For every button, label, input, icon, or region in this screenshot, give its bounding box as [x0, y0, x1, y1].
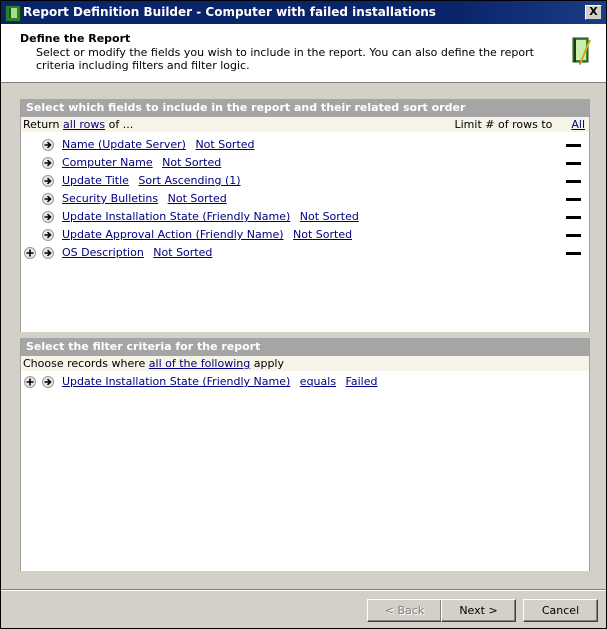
- remove-field-dash[interactable]: [566, 234, 581, 237]
- arrow-right-icon[interactable]: [42, 193, 54, 205]
- field-name-link[interactable]: Computer Name: [62, 156, 153, 169]
- sort-order-link[interactable]: Sort Ascending (1): [138, 174, 240, 187]
- filter-logic-link[interactable]: all of the following: [149, 357, 250, 370]
- plus-icon[interactable]: [24, 247, 36, 259]
- return-prefix: Return: [23, 118, 60, 131]
- arrow-right-icon[interactable]: [42, 376, 54, 388]
- filter-operator-link[interactable]: equals: [300, 375, 336, 388]
- title-bar: Report Definition Builder - Computer wit…: [1, 1, 606, 24]
- window-title: Report Definition Builder - Computer wit…: [23, 5, 436, 19]
- arrow-right-icon[interactable]: [42, 175, 54, 187]
- remove-field-dash[interactable]: [566, 252, 581, 255]
- sort-order-link[interactable]: Not Sorted: [300, 210, 359, 223]
- sort-order-link[interactable]: Not Sorted: [153, 246, 212, 259]
- field-row: Update Installation State (Friendly Name…: [21, 208, 589, 226]
- arrow-right-icon[interactable]: [42, 247, 54, 259]
- button-bar: < Back Next > Cancel: [1, 589, 606, 629]
- arrow-right-icon[interactable]: [42, 157, 54, 169]
- limit-rows-link[interactable]: All: [571, 118, 585, 131]
- arrow-right-icon[interactable]: [42, 211, 54, 223]
- filter-panel: Select the filter criteria for the repor…: [20, 338, 590, 571]
- back-button[interactable]: < Back: [367, 599, 442, 622]
- field-name-link[interactable]: Update Approval Action (Friendly Name): [62, 228, 284, 241]
- fields-panel-heading: Select which fields to include in the re…: [21, 99, 589, 117]
- filter-row: Update Installation State (Friendly Name…: [21, 373, 589, 391]
- wizard-header: Define the Report Select or modify the f…: [1, 24, 606, 83]
- remove-field-dash[interactable]: [566, 198, 581, 201]
- close-button[interactable]: X: [585, 5, 602, 20]
- limit-label: Limit # of rows to: [454, 118, 553, 131]
- report-definition-dialog: Report Definition Builder - Computer wit…: [0, 0, 607, 629]
- field-row: Security Bulletins Not Sorted: [21, 190, 589, 208]
- remove-field-dash[interactable]: [566, 180, 581, 183]
- remove-field-dash[interactable]: [566, 144, 581, 147]
- cancel-button[interactable]: Cancel: [523, 599, 598, 622]
- app-icon: [5, 5, 21, 22]
- field-row: Update Approval Action (Friendly Name) N…: [21, 226, 589, 244]
- return-suffix: of ...: [108, 118, 134, 131]
- field-name-link[interactable]: OS Description: [62, 246, 144, 259]
- return-rows-line: Return all rows of ... Limit # of rows t…: [21, 117, 589, 132]
- filter-panel-heading: Select the filter criteria for the repor…: [21, 338, 589, 356]
- sort-order-link[interactable]: Not Sorted: [162, 156, 221, 169]
- filter-field-link[interactable]: Update Installation State (Friendly Name…: [62, 375, 290, 388]
- fields-panel: Select which fields to include in the re…: [20, 99, 590, 332]
- next-button[interactable]: Next >: [441, 599, 516, 622]
- plus-icon[interactable]: [24, 376, 36, 388]
- filter-logic-line: Choose records where all of the followin…: [21, 356, 589, 371]
- field-name-link[interactable]: Security Bulletins: [62, 192, 158, 205]
- field-name-link[interactable]: Update Installation State (Friendly Name…: [62, 210, 290, 223]
- report-book-icon: [572, 37, 591, 65]
- choose-prefix: Choose records where: [23, 357, 146, 370]
- page-title: Define the Report: [20, 32, 131, 45]
- field-row: Name (Update Server) Not Sorted: [21, 136, 589, 154]
- sort-order-link[interactable]: Not Sorted: [168, 192, 227, 205]
- sort-order-link[interactable]: Not Sorted: [195, 138, 254, 151]
- choose-suffix: apply: [253, 357, 284, 370]
- filter-value-link[interactable]: Failed: [346, 375, 378, 388]
- field-name-link[interactable]: Name (Update Server): [62, 138, 186, 151]
- remove-field-dash[interactable]: [566, 216, 581, 219]
- field-row: Computer Name Not Sorted: [21, 154, 589, 172]
- sort-order-link[interactable]: Not Sorted: [293, 228, 352, 241]
- field-name-link[interactable]: Update Title: [62, 174, 129, 187]
- field-row: OS Description Not Sorted: [21, 244, 589, 262]
- arrow-right-icon[interactable]: [42, 229, 54, 241]
- return-rows-link[interactable]: all rows: [63, 118, 105, 131]
- field-row: Update Title Sort Ascending (1): [21, 172, 589, 190]
- limit-rows: Limit # of rows to All: [455, 117, 586, 132]
- page-description: Select or modify the fields you wish to …: [36, 46, 534, 72]
- remove-field-dash[interactable]: [566, 162, 581, 165]
- arrow-right-icon[interactable]: [42, 139, 54, 151]
